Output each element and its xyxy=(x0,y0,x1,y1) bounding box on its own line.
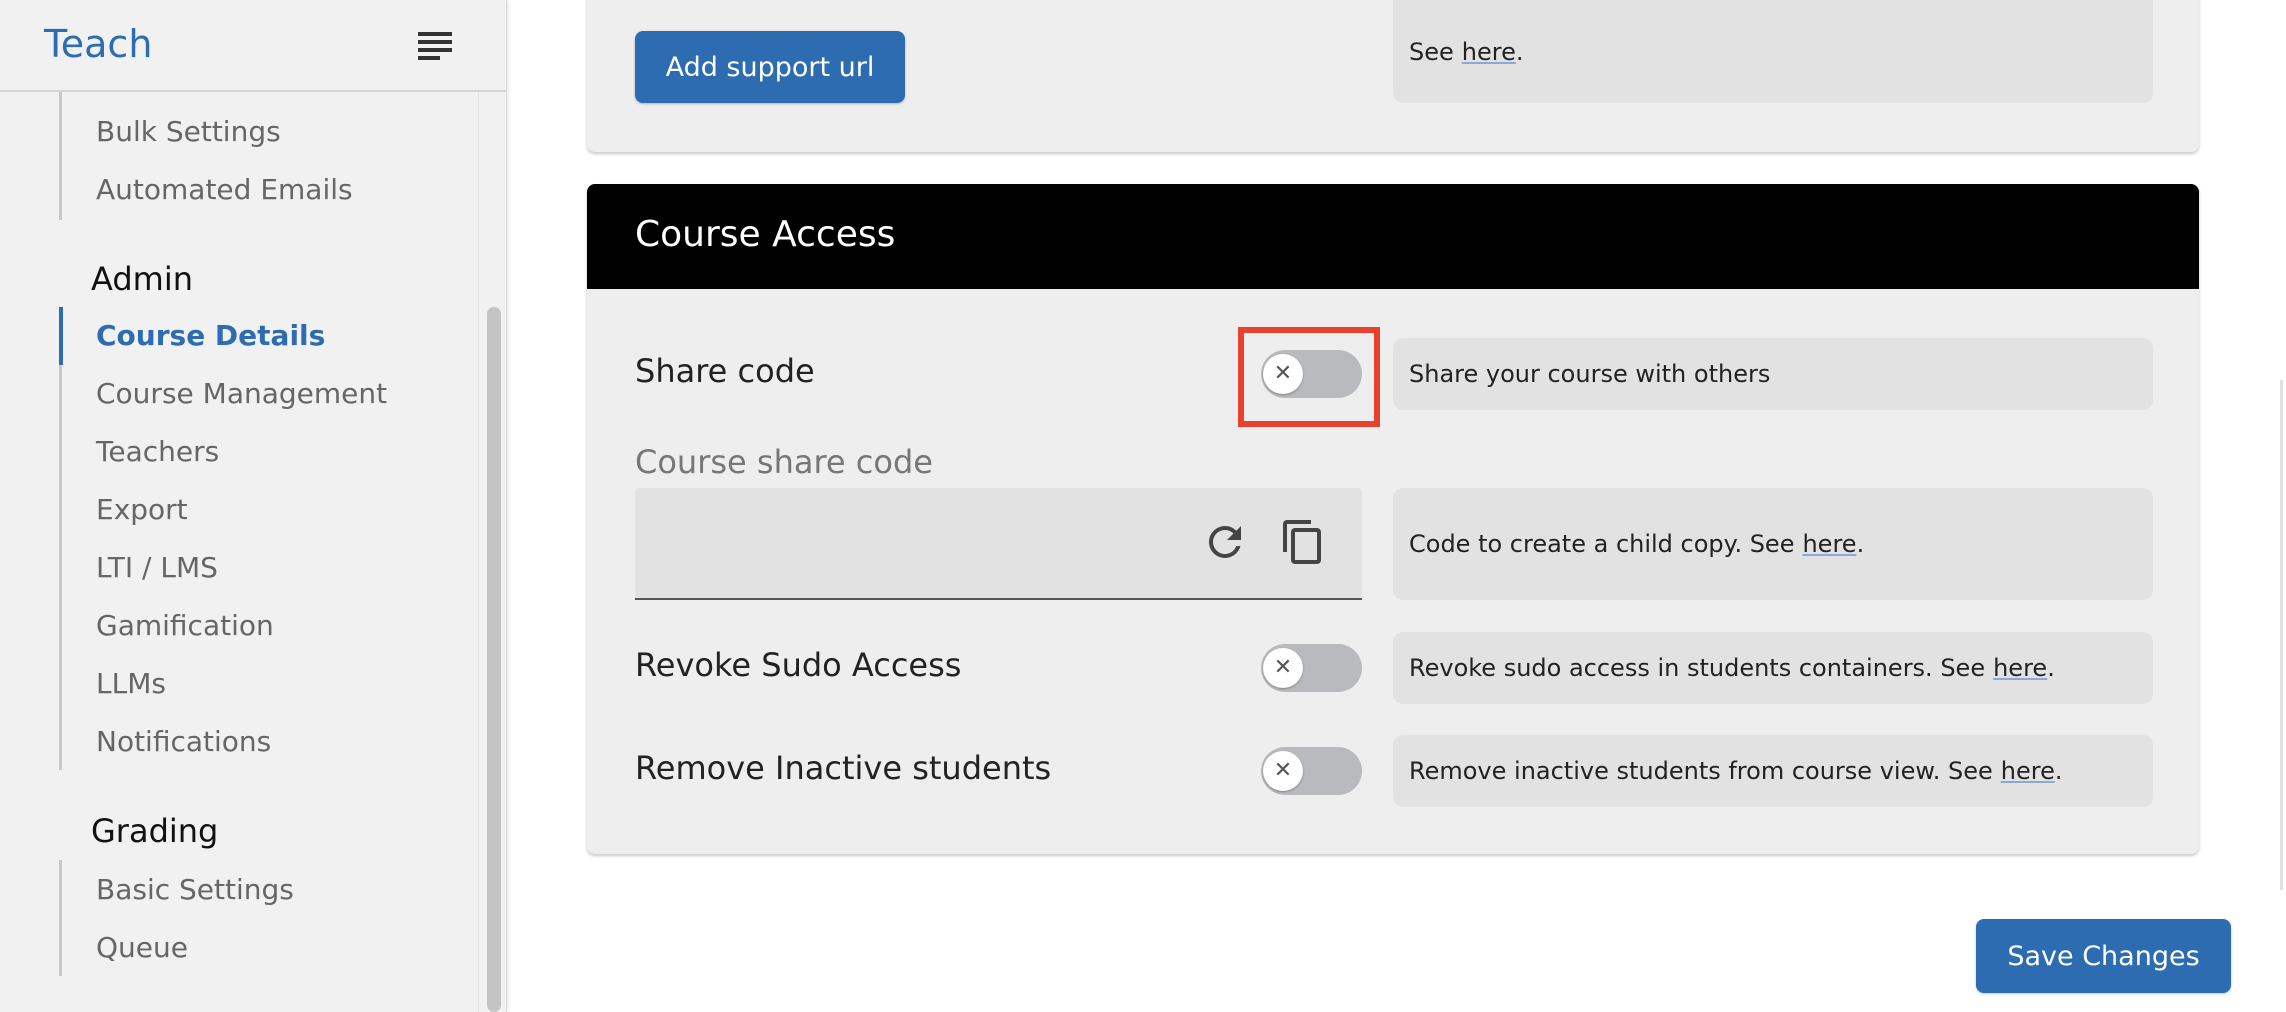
share-code-field-help: Code to create a child copy. See here . xyxy=(1393,488,2153,600)
toggle-knob: ✕ xyxy=(1263,648,1303,688)
share-code-help: Share your course with others xyxy=(1393,338,2153,410)
help-text: Remove inactive students from course vie… xyxy=(1409,757,1993,785)
help-link[interactable]: here xyxy=(1802,530,1856,558)
save-changes-button[interactable]: Save Changes xyxy=(1976,919,2231,993)
help-link[interactable]: here xyxy=(1462,38,1516,66)
help-text: Revoke sudo access in students container… xyxy=(1409,654,1986,682)
help-period: . xyxy=(2047,654,2055,682)
refresh-icon[interactable] xyxy=(1201,518,1249,566)
add-support-url-button[interactable]: Add support url xyxy=(635,31,905,103)
group-divider xyxy=(59,307,62,770)
highlight-box xyxy=(1238,327,1380,427)
sidebar-item-bulk-settings[interactable]: Bulk Settings xyxy=(96,115,281,148)
remove-inactive-help: Remove inactive students from course vie… xyxy=(1393,735,2153,807)
sidebar-item-lti-lms[interactable]: LTI / LMS xyxy=(96,551,218,584)
help-text: See xyxy=(1409,37,1454,66)
help-period: . xyxy=(1856,530,1865,558)
group-divider xyxy=(59,860,62,976)
sidebar-item-automated-emails[interactable]: Automated Emails xyxy=(96,173,353,206)
close-icon: ✕ xyxy=(1273,758,1293,783)
sidebar-item-course-details[interactable]: Course Details xyxy=(96,319,325,352)
group-divider xyxy=(59,92,62,220)
sidebar-item-export[interactable]: Export xyxy=(96,493,188,526)
help-text: Code to create a child copy. See xyxy=(1409,530,1795,558)
course-share-code-label: Course share code xyxy=(635,443,933,481)
help-period: . xyxy=(1515,37,1524,66)
sidebar-scrollbar-thumb[interactable] xyxy=(487,307,501,1012)
help-link[interactable]: here xyxy=(2001,757,2055,785)
brand-title[interactable]: Teach xyxy=(44,22,152,66)
sidebar-item-teachers[interactable]: Teachers xyxy=(96,435,219,468)
sidebar-item-course-management[interactable]: Course Management xyxy=(96,377,387,410)
sidebar-item-basic-settings[interactable]: Basic Settings xyxy=(96,873,294,906)
sidebar: Teach Bulk Settings Automated Emails Adm… xyxy=(0,0,507,1012)
course-access-header: Course Access xyxy=(587,184,2199,289)
copy-icon[interactable] xyxy=(1279,518,1327,566)
sidebar-item-queue[interactable]: Queue xyxy=(96,931,188,964)
section-title-grading: Grading xyxy=(91,812,219,850)
support-help: See here . xyxy=(1393,0,2153,103)
toggle-knob: ✕ xyxy=(1263,751,1303,791)
sidebar-item-notifications[interactable]: Notifications xyxy=(96,725,271,758)
page-scrollbar[interactable] xyxy=(2280,380,2283,890)
sidebar-item-llms[interactable]: LLMs xyxy=(96,667,166,700)
sidebar-header: Teach xyxy=(0,0,506,92)
revoke-sudo-toggle[interactable]: ✕ xyxy=(1261,644,1362,692)
course-access-card: Course Access Share code ✕ Share your co… xyxy=(587,184,2199,854)
active-indicator xyxy=(59,307,63,365)
help-link[interactable]: here xyxy=(1993,654,2047,682)
course-share-code-field[interactable] xyxy=(635,488,1362,600)
course-access-title: Course Access xyxy=(635,214,896,255)
section-title-admin: Admin xyxy=(91,260,193,298)
share-code-label: Share code xyxy=(635,352,815,390)
sidebar-item-gamification[interactable]: Gamification xyxy=(96,609,274,642)
menu-icon[interactable] xyxy=(418,32,452,60)
close-icon: ✕ xyxy=(1273,655,1293,680)
help-period: . xyxy=(2054,757,2063,785)
support-card: Add support url See here . xyxy=(587,0,2199,152)
revoke-sudo-help: Revoke sudo access in students container… xyxy=(1393,632,2153,704)
revoke-sudo-label: Revoke Sudo Access xyxy=(635,646,962,684)
remove-inactive-label: Remove Inactive students xyxy=(635,749,1052,787)
sidebar-scrollbar[interactable] xyxy=(478,92,506,1012)
remove-inactive-toggle[interactable]: ✕ xyxy=(1261,747,1362,795)
